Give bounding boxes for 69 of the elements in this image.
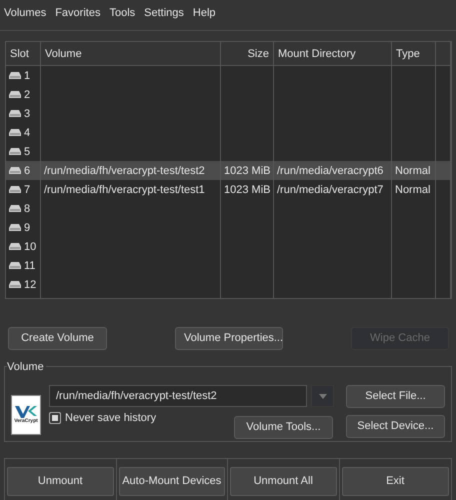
drive-icon <box>9 166 21 175</box>
table-cell: /run/media/fh/veracrypt-test/test1 <box>44 184 205 196</box>
caret-icon <box>318 394 326 398</box>
table-row[interactable]: 3 <box>6 104 451 123</box>
drive-icon <box>9 185 21 194</box>
column-header[interactable]: Size <box>221 42 274 65</box>
menu-item[interactable]: Tools <box>109 4 136 22</box>
slot-number: 8 <box>24 203 30 215</box>
path-field[interactable]: /run/media/fh/veracrypt-test/test2 <box>49 385 307 407</box>
column-header[interactable]: Mount Directory <box>274 42 392 65</box>
drive-icon <box>9 242 21 251</box>
table-row[interactable]: 8 <box>6 199 451 218</box>
slot-number: 3 <box>24 108 30 120</box>
menu-item[interactable]: Favorites <box>55 4 100 22</box>
slot-number: 2 <box>24 89 30 101</box>
slot-number: 6 <box>24 165 30 177</box>
menu-item[interactable]: Volumes <box>4 4 46 22</box>
slot-number: 5 <box>24 146 30 158</box>
table-cell: /run/media/veracrypt6 <box>277 165 384 177</box>
table-cell: 1023 MiB <box>224 165 270 177</box>
column-header[interactable]: Slot <box>6 42 41 65</box>
dropdown-button[interactable] <box>311 385 334 407</box>
table-cell: /run/media/fh/veracrypt-test/test2 <box>44 165 205 177</box>
drive-icon <box>9 90 21 99</box>
table-cell: Normal <box>395 184 430 196</box>
volume-tools-button[interactable]: Volume Tools... <box>234 416 333 439</box>
unmount-button[interactable]: Unmount <box>7 467 114 496</box>
checkbox-label: Never save history <box>65 411 156 426</box>
table-row[interactable]: 7 /run/media/fh/veracrypt-test/test1 1023 MiB /run/media/veracrypt7 Normal <box>6 180 451 199</box>
exit-button[interactable]: Exit <box>342 467 449 496</box>
drive-icon <box>9 109 21 118</box>
slot-number: 9 <box>24 222 30 234</box>
checkbox[interactable] <box>49 412 61 424</box>
slot-number: 1 <box>24 70 30 82</box>
table-row[interactable]: 10 <box>6 237 451 256</box>
drive-icon <box>9 261 21 270</box>
slot-number: 11 <box>24 260 36 272</box>
table-row[interactable]: 1 <box>6 66 451 85</box>
menu-item[interactable]: Help <box>192 4 216 22</box>
slot-number: 12 <box>24 279 36 291</box>
slot-number: 10 <box>24 241 36 253</box>
table-row[interactable]: 9 <box>6 218 451 237</box>
drive-icon <box>9 147 21 156</box>
slot-number: 7 <box>24 184 30 196</box>
drive-icon <box>9 204 21 213</box>
table-row[interactable]: 4 <box>6 123 451 142</box>
vc-mark-icon <box>15 404 37 418</box>
select-device-button[interactable]: Select Device... <box>346 415 445 438</box>
table-row[interactable]: 6 /run/media/fh/veracrypt-test/test2 1023 MiB /run/media/veracrypt6 Normal <box>6 161 451 180</box>
volume-properties-button[interactable]: Volume Properties... <box>175 327 283 350</box>
drive-icon <box>9 223 21 232</box>
slot-number: 4 <box>24 127 30 139</box>
never-save-history-checkbox[interactable]: Never save history <box>49 410 156 426</box>
column-header[interactable]: Volume <box>41 42 221 65</box>
unmount-all-button[interactable]: Unmount All <box>230 467 336 496</box>
auto-mount-devices-button[interactable]: Auto-Mount Devices <box>118 467 225 496</box>
drive-icon <box>9 71 21 80</box>
create-volume-button[interactable]: Create Volume <box>8 327 107 350</box>
table-cell: /run/media/veracrypt7 <box>277 184 384 196</box>
drive-icon <box>9 128 21 137</box>
column-header[interactable]: Type <box>392 42 436 65</box>
table-row[interactable]: 12 <box>6 275 451 294</box>
menu-item[interactable]: Settings <box>144 4 184 22</box>
drive-icon <box>9 280 21 289</box>
table-row[interactable]: 2 <box>6 85 451 104</box>
table-row[interactable]: 11 <box>6 256 451 275</box>
select-file-button[interactable]: Select File... <box>346 385 445 408</box>
table-cell: Normal <box>395 165 430 177</box>
table-cell: 1023 MiB <box>224 184 270 196</box>
